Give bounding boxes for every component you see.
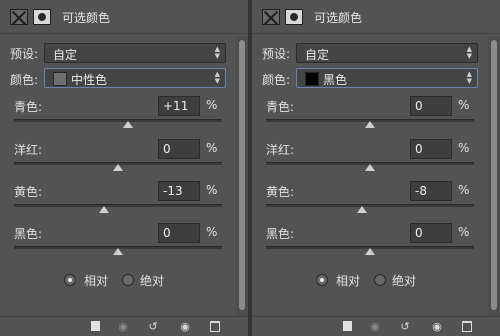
view-previous-state-icon[interactable]: ◉ xyxy=(368,320,382,333)
preset-label: 预设: xyxy=(262,47,291,61)
preset-value: 自定 xyxy=(305,48,330,62)
cyan-label: 青色: xyxy=(266,100,295,114)
black-slider-track[interactable] xyxy=(266,246,474,255)
magenta-percent: % xyxy=(206,141,218,155)
dropdown-arrows-icon: ▲ ▼ xyxy=(214,45,220,60)
magenta-slider-track[interactable] xyxy=(266,162,474,171)
black-percent: % xyxy=(458,225,470,239)
preset-dropdown[interactable]: 自定 ▲ ▼ xyxy=(44,43,226,63)
yellow-label: 黄色: xyxy=(14,185,43,199)
slider-thumb[interactable] xyxy=(99,206,110,213)
slider-thumb[interactable] xyxy=(113,164,123,171)
magenta-label: 洋红: xyxy=(14,143,43,157)
method-absolute-label: 绝对 xyxy=(140,274,165,288)
dropdown-arrows-icon: ▲ ▼ xyxy=(466,70,472,85)
dropdown-arrows-icon: ▲ ▼ xyxy=(214,70,220,85)
colors-value: 黑色 xyxy=(323,73,348,87)
black-slider-track[interactable] xyxy=(14,246,222,255)
cyan-percent: % xyxy=(206,98,218,112)
method-relative-radio[interactable] xyxy=(64,274,76,286)
slider-thumb[interactable] xyxy=(365,121,375,128)
cyan-slider-track[interactable] xyxy=(14,119,222,128)
yellow-value-input[interactable]: -8 xyxy=(410,181,452,201)
preset-dropdown[interactable]: 自定 ▲ ▼ xyxy=(296,43,478,63)
cyan-percent: % xyxy=(458,98,470,112)
view-previous-state-icon[interactable]: ◉ xyxy=(116,320,130,333)
slider-thumb[interactable] xyxy=(356,206,367,213)
delete-trash-icon[interactable] xyxy=(208,320,222,333)
yellow-value-input[interactable]: -13 xyxy=(158,181,200,201)
method-relative-radio[interactable] xyxy=(316,274,328,286)
preset-label: 预设: xyxy=(10,47,39,61)
black-label: 黑色: xyxy=(14,227,43,241)
cyan-value-input[interactable]: 0 xyxy=(410,96,452,116)
color-swatch xyxy=(305,72,319,86)
yellow-slider-track[interactable] xyxy=(14,204,222,213)
clip-to-layer-icon[interactable] xyxy=(338,320,352,333)
black-value-input[interactable]: 0 xyxy=(158,223,200,243)
method-absolute-radio[interactable] xyxy=(374,274,386,286)
visibility-eye-icon[interactable]: ◉ xyxy=(178,320,192,333)
panel-footer: ◉ ↺ ◉ xyxy=(252,316,500,336)
cyan-value-input[interactable]: +11 xyxy=(158,96,200,116)
panel-scrollbar[interactable] xyxy=(488,36,500,316)
slider-thumb[interactable] xyxy=(113,248,123,255)
panel-scrollbar[interactable] xyxy=(236,36,248,316)
delete-trash-icon[interactable] xyxy=(460,320,474,333)
color-swatch xyxy=(53,72,67,86)
colors-dropdown[interactable]: 中性色 ▲ ▼ xyxy=(44,68,226,88)
selective-color-panel-left: 可选颜色 预设: 自定 ▲ ▼ 颜色: 中性色 ▲ ▼ 青色: +11 % 洋红: … xyxy=(0,0,248,336)
method-relative-label: 相对 xyxy=(84,274,109,288)
yellow-percent: % xyxy=(206,183,218,197)
magenta-label: 洋红: xyxy=(266,143,295,157)
cyan-label: 青色: xyxy=(14,100,43,114)
black-value-input[interactable]: 0 xyxy=(410,223,452,243)
magenta-slider-track[interactable] xyxy=(14,162,222,171)
colors-label: 颜色: xyxy=(262,73,291,87)
method-absolute-radio[interactable] xyxy=(122,274,134,286)
slider-thumb[interactable] xyxy=(365,164,375,171)
panel-header: 可选颜色 xyxy=(0,0,248,34)
method-absolute-label: 绝对 xyxy=(392,274,417,288)
panel-header: 可选颜色 xyxy=(252,0,500,34)
cyan-slider-track[interactable] xyxy=(266,119,474,128)
panel-title: 可选颜色 xyxy=(314,11,363,25)
clip-to-layer-icon[interactable] xyxy=(86,320,100,333)
colors-value: 中性色 xyxy=(71,73,108,87)
yellow-percent: % xyxy=(458,183,470,197)
black-label: 黑色: xyxy=(266,227,295,241)
dropdown-arrows-icon: ▲ ▼ xyxy=(466,45,472,60)
method-relative-label: 相对 xyxy=(336,274,361,288)
colors-label: 颜色: xyxy=(10,73,39,87)
slider-thumb[interactable] xyxy=(365,248,375,255)
reset-icon[interactable]: ↺ xyxy=(146,320,160,333)
magenta-value-input[interactable]: 0 xyxy=(158,139,200,159)
colors-dropdown[interactable]: 黑色 ▲ ▼ xyxy=(296,68,478,88)
panel-footer: ◉ ↺ ◉ xyxy=(0,316,248,336)
slider-thumb[interactable] xyxy=(123,121,134,128)
preset-value: 自定 xyxy=(53,48,78,62)
yellow-label: 黄色: xyxy=(266,185,295,199)
black-percent: % xyxy=(206,225,218,239)
panel-title: 可选颜色 xyxy=(62,11,111,25)
adjustment-layer-icon[interactable] xyxy=(10,9,28,25)
magenta-percent: % xyxy=(458,141,470,155)
layer-mask-icon[interactable] xyxy=(33,9,51,25)
scrollbar-thumb[interactable] xyxy=(239,40,245,310)
magenta-value-input[interactable]: 0 xyxy=(410,139,452,159)
visibility-eye-icon[interactable]: ◉ xyxy=(430,320,444,333)
adjustment-layer-icon[interactable] xyxy=(262,9,280,25)
scrollbar-thumb[interactable] xyxy=(491,40,497,310)
reset-icon[interactable]: ↺ xyxy=(398,320,412,333)
layer-mask-icon[interactable] xyxy=(285,9,303,25)
yellow-slider-track[interactable] xyxy=(266,204,474,213)
selective-color-panel-right: 可选颜色 预设: 自定 ▲ ▼ 颜色: 黑色 ▲ ▼ 青色: 0 % 洋红: 0 %… xyxy=(252,0,500,336)
